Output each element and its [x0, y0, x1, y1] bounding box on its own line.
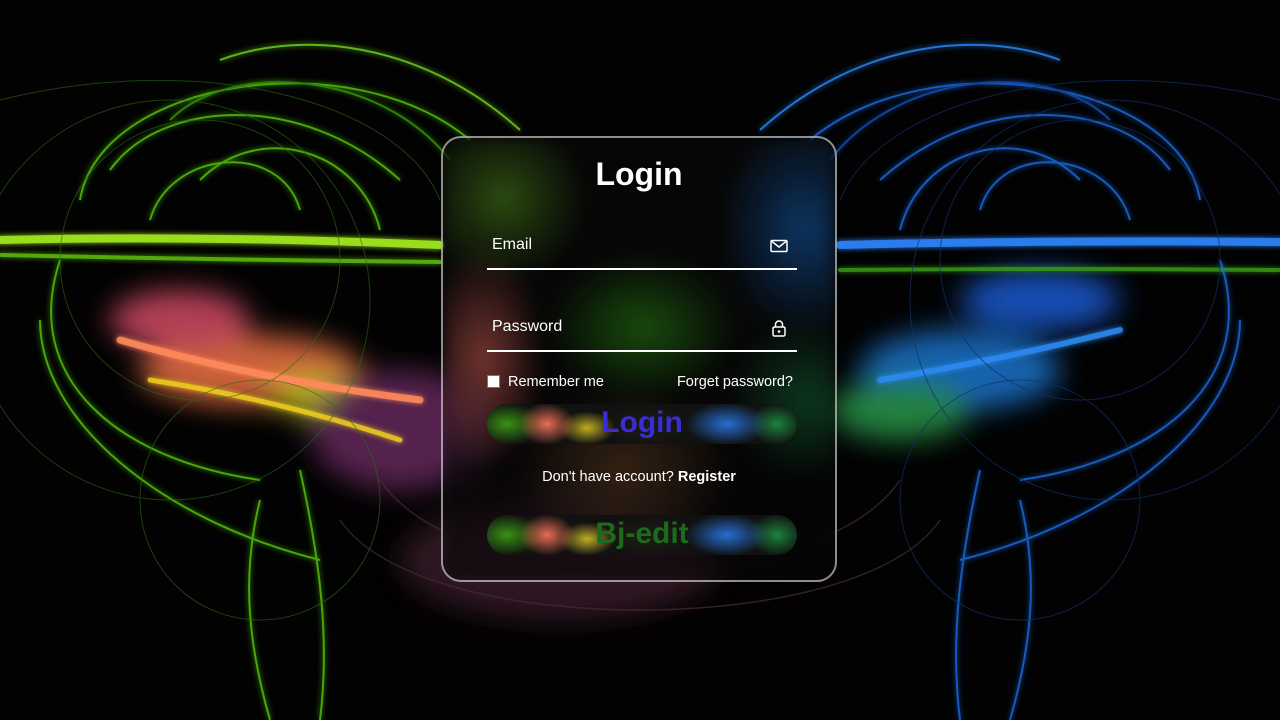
edit-button[interactable]: Bj-edit — [487, 515, 797, 555]
login-button-label: Login — [601, 406, 683, 439]
email-input[interactable] — [487, 224, 767, 268]
remember-checkbox[interactable] — [487, 374, 500, 388]
remember-me[interactable]: Remember me — [487, 374, 604, 390]
password-field[interactable]: Password — [487, 306, 797, 352]
password-input[interactable] — [487, 306, 767, 350]
forgot-password-link[interactable]: Forget password? — [677, 374, 793, 390]
lock-icon — [769, 318, 789, 338]
email-field[interactable]: Email — [487, 224, 797, 270]
page-title: Login — [595, 156, 683, 192]
login-card: Login Email Password Remember me Forget … — [441, 136, 837, 582]
card-background — [443, 138, 835, 580]
register-link[interactable]: Register — [678, 469, 736, 485]
register-prompt: Don't have account? Register — [443, 469, 835, 485]
mail-icon — [769, 236, 789, 256]
remember-label: Remember me — [508, 374, 604, 390]
register-prompt-text: Don't have account? — [542, 469, 678, 485]
login-button[interactable]: Login — [487, 404, 797, 444]
edit-button-label: Bj-edit — [595, 517, 689, 550]
